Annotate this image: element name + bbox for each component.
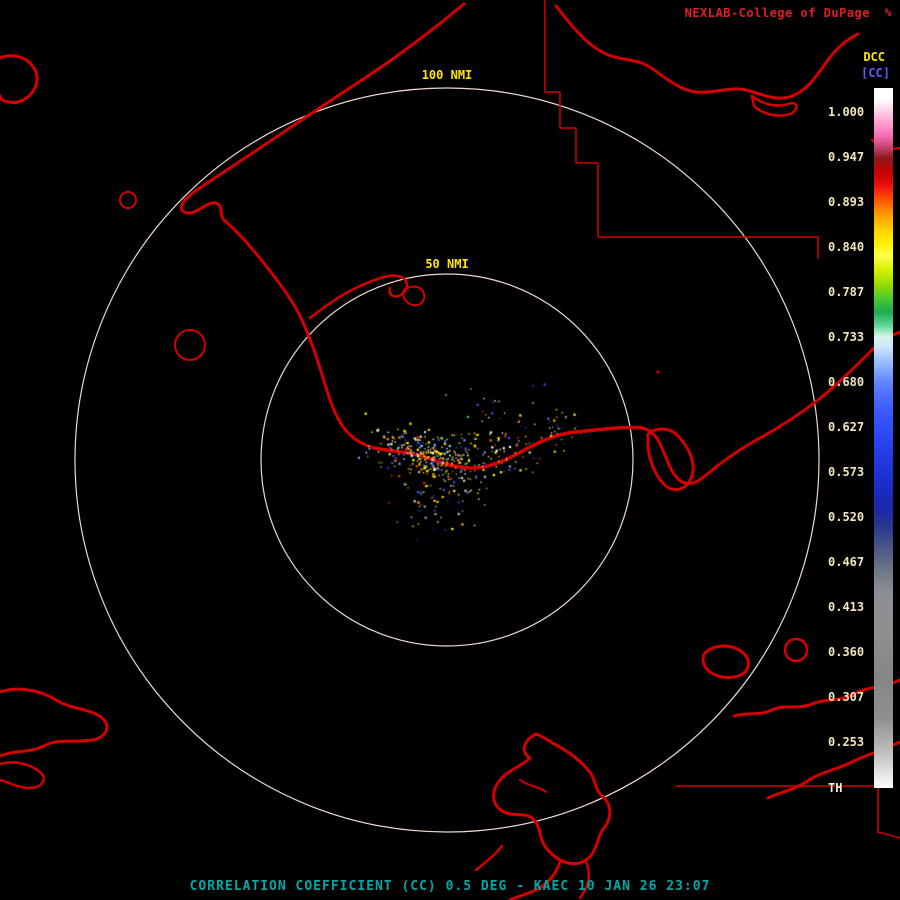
- ring-label-100nmi: 100 NMI: [422, 68, 473, 82]
- colorbar-tick-label: 0.413: [828, 600, 870, 614]
- colorbar-tick-label: 0.733: [828, 330, 870, 344]
- colorbar-tick-label: 0.360: [828, 645, 870, 659]
- footer-product-title: CORRELATION COEFFICIENT (CC) 0.5 DEG - K…: [190, 879, 711, 894]
- colorbar-tick-label: 0.680: [828, 375, 870, 389]
- brand-mark: %: [885, 6, 892, 19]
- radar-display: 100 NMI 50 NMI NEXLAB-College of DuPage …: [0, 0, 900, 900]
- colorbar-tick-label: 0.573: [828, 465, 870, 479]
- ring-label-50nmi: 50 NMI: [425, 257, 468, 271]
- colorbar-tick-label: 0.307: [828, 690, 870, 704]
- radar-echo-canvas: [0, 0, 900, 900]
- colorbar-tick-label: 1.000: [828, 105, 870, 119]
- colorbar-tick-label: 0.840: [828, 240, 870, 254]
- colorbar-tick-label: 0.947: [828, 150, 870, 164]
- colorbar-tick-label: 0.787: [828, 285, 870, 299]
- brand-text: NEXLAB-College of DuPage: [685, 6, 870, 20]
- colorbar: [874, 88, 893, 788]
- colorbar-tick-label: 0.520: [828, 510, 870, 524]
- colorbar-tick-label: 0.253: [828, 735, 870, 749]
- product-unit-label: [CC]: [861, 66, 890, 80]
- colorbar-th-label: TH: [828, 781, 870, 795]
- colorbar-tick-label: 0.627: [828, 420, 870, 434]
- product-code-label: DCC: [863, 50, 885, 64]
- colorbar-tick-label: 0.467: [828, 555, 870, 569]
- colorbar-tick-label: 0.893: [828, 195, 870, 209]
